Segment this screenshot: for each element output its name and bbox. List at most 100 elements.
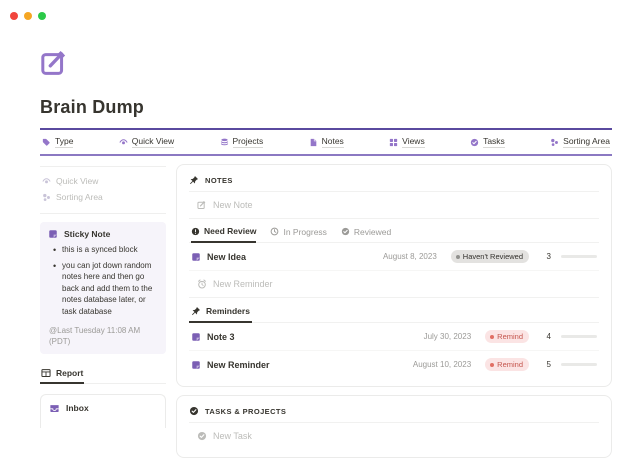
tasks-card: TASKS & PROJECTS New Task (176, 395, 612, 458)
document-icon (309, 138, 318, 147)
check-circle-icon (197, 431, 207, 441)
nav-item-projects[interactable]: Projects (220, 136, 264, 148)
sticky-note-title: Sticky Note (64, 229, 110, 239)
inbox-card[interactable]: Inbox (40, 394, 166, 428)
sticky-note-icon (48, 229, 58, 239)
note-count: 4 (543, 332, 551, 341)
sidebar-link-label: Quick View (56, 176, 98, 186)
note-icon (191, 252, 201, 262)
tab-report-label: Report (56, 368, 83, 378)
sticky-note-list: this is a synced block you can jot down … (48, 244, 158, 318)
shapes-icon (550, 138, 559, 147)
tab-label: In Progress (283, 227, 326, 237)
zoom-window-button[interactable] (38, 12, 46, 20)
sidebar: Quick View Sorting Area Sticky Note this… (40, 164, 166, 458)
nav-item-type[interactable]: Type (42, 136, 73, 148)
page-container: Brain Dump Type Quick View Projects Note… (40, 48, 612, 458)
nav-label: Views (402, 136, 425, 148)
note-row-new-idea[interactable]: New Idea August 8, 2023 Haven't Reviewed… (189, 243, 599, 271)
eye-icon (42, 177, 51, 186)
nav-label: Notes (322, 136, 344, 148)
tasks-section-title: TASKS & PROJECTS (205, 407, 286, 416)
check-circle-icon (341, 227, 350, 236)
sidebar-link-quick-view[interactable]: Quick View (40, 173, 166, 189)
sidebar-link-label: Sorting Area (56, 192, 103, 202)
tab-report[interactable]: Report (40, 364, 84, 384)
page-title: Brain Dump (40, 97, 612, 118)
badge-dot-icon (490, 335, 494, 339)
nav-item-quick-view[interactable]: Quick View (119, 136, 174, 148)
new-note-input[interactable]: New Note (189, 192, 599, 219)
shapes-icon (42, 193, 51, 202)
nav-item-views[interactable]: Views (389, 136, 425, 148)
tab-reviewed[interactable]: Reviewed (341, 226, 391, 242)
nav-label: Tasks (483, 136, 505, 148)
nav-label: Type (55, 136, 73, 148)
note-date: August 10, 2023 (413, 360, 471, 369)
tab-in-progress[interactable]: In Progress (270, 226, 326, 242)
notes-section-title: NOTES (205, 176, 233, 185)
note-title: New Reminder (207, 360, 407, 370)
status-badge: Haven't Reviewed (451, 250, 529, 263)
tag-icon (42, 138, 51, 147)
badge-dot-icon (490, 363, 494, 367)
note-count: 3 (543, 252, 551, 261)
tab-label: Need Review (204, 226, 256, 236)
eye-icon (119, 138, 128, 147)
inbox-card-label: Inbox (66, 403, 89, 413)
remind-badge: Remind (485, 358, 529, 371)
note-icon (191, 360, 201, 370)
nav-item-tasks[interactable]: Tasks (470, 136, 505, 148)
inbox-icon (49, 403, 60, 414)
remind-badge: Remind (485, 330, 529, 343)
nav-item-sorting-area[interactable]: Sorting Area (550, 136, 610, 148)
divider (40, 166, 166, 167)
nav-label: Quick View (132, 136, 174, 148)
tab-label: Reviewed (354, 227, 391, 237)
close-window-button[interactable] (10, 12, 18, 20)
note-date: August 8, 2023 (383, 252, 437, 261)
table-icon (41, 368, 51, 378)
reminders-tab-row: Reminders (189, 298, 599, 323)
sidebar-link-sorting-area[interactable]: Sorting Area (40, 189, 166, 205)
sticky-note-timestamp: @Last Tuesday 11:08 AM (PDT) (48, 325, 158, 347)
new-task-input[interactable]: New Task (189, 423, 599, 449)
edit-pencil-square-icon (197, 200, 207, 210)
notes-card: NOTES New Note Need Review In Progress (176, 164, 612, 387)
check-circle-icon (189, 406, 199, 416)
exclamation-circle-icon (191, 227, 200, 236)
main-content: NOTES New Note Need Review In Progress (176, 164, 612, 458)
new-note-placeholder: New Note (213, 200, 253, 210)
check-circle-icon (470, 138, 479, 147)
note-title: New Idea (207, 252, 377, 262)
tab-reminders[interactable]: Reminders (189, 298, 252, 323)
progress-bar (561, 363, 597, 366)
nav-label: Sorting Area (563, 136, 610, 148)
window-controls (10, 12, 46, 20)
divider (40, 213, 166, 214)
section-navbar: Type Quick View Projects Notes Views Tas… (40, 128, 612, 156)
pushpin-icon (189, 175, 199, 185)
notes-section-header: NOTES (189, 173, 599, 192)
pushpin-icon (191, 306, 201, 316)
clock-icon (270, 227, 279, 236)
reminder-row-new-reminder[interactable]: New Reminder August 10, 2023 Remind 5 (189, 351, 599, 378)
note-icon (191, 332, 201, 342)
tab-reminders-label: Reminders (206, 306, 250, 316)
note-date: July 30, 2023 (424, 332, 472, 341)
note-title: Note 3 (207, 332, 418, 342)
new-reminder-input[interactable]: New Reminder (189, 271, 599, 298)
note-count: 5 (543, 360, 551, 369)
database-icon (220, 138, 229, 147)
new-task-placeholder: New Task (213, 431, 252, 441)
progress-bar (561, 255, 597, 258)
tab-need-review[interactable]: Need Review (191, 226, 256, 243)
reminder-row-note-3[interactable]: Note 3 July 30, 2023 Remind 4 (189, 323, 599, 351)
nav-item-notes[interactable]: Notes (309, 136, 344, 148)
sticky-note-bullet: you can jot down random notes here and t… (62, 260, 158, 318)
progress-bar (561, 335, 597, 338)
minimize-window-button[interactable] (24, 12, 32, 20)
edit-pencil-square-icon (40, 48, 70, 78)
grid-icon (389, 138, 398, 147)
new-reminder-placeholder: New Reminder (213, 279, 273, 289)
